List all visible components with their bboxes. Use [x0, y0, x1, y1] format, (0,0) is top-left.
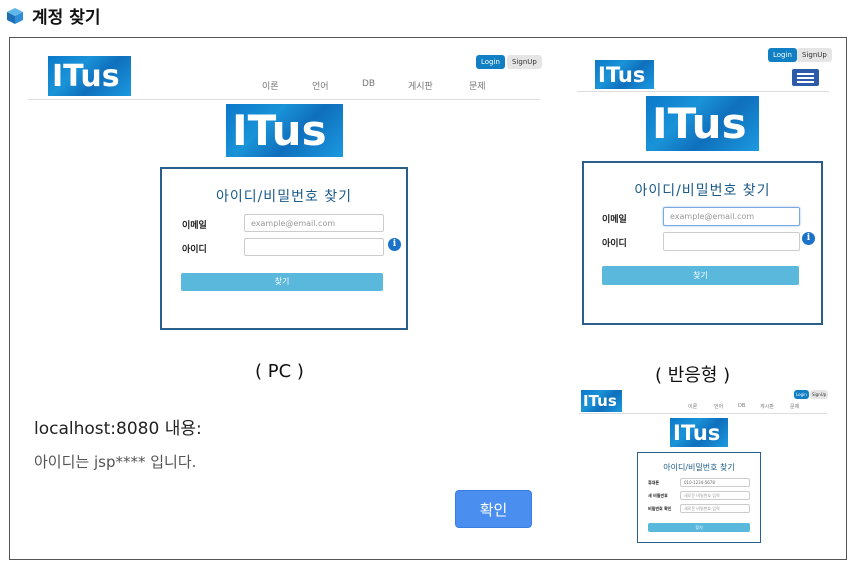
- confirm-password-field[interactable]: 새로운 비밀번호 입력: [680, 504, 750, 513]
- id-label: 아이디: [182, 245, 207, 255]
- pc-caption: ( PC ): [255, 361, 304, 382]
- nav-item-language[interactable]: 언어: [312, 79, 362, 92]
- nav-item-board[interactable]: 게시판: [408, 79, 469, 92]
- nav-item-problems-small[interactable]: 문제: [790, 403, 799, 410]
- reset-card-title: 아이디/비밀번호 찾기: [663, 463, 735, 472]
- login-button-small[interactable]: Login: [794, 390, 809, 399]
- id-field[interactable]: [244, 238, 384, 256]
- find-account-card: 아이디/비밀번호 찾기 이메일 example@email.com 아이디 i …: [160, 167, 408, 330]
- brand-text-small: ITus: [583, 392, 617, 410]
- phone-label: 휴대폰: [648, 480, 660, 485]
- email-field-mobile[interactable]: example@email.com: [663, 207, 800, 226]
- find-account-card-mobile: 아이디/비밀번호 찾기 이메일 example@email.com 아이디 i …: [582, 161, 823, 325]
- brand-text-mobile: ITus: [598, 62, 646, 87]
- header-divider-small: [579, 413, 827, 414]
- brand-logo[interactable]: ITus: [48, 56, 131, 96]
- reset-find-button[interactable]: 찾기: [648, 523, 750, 532]
- brand-logo-large-mobile: ITus: [646, 96, 759, 151]
- nav-item-problems[interactable]: 문제: [469, 79, 486, 92]
- brand-text-large: ITus: [232, 106, 327, 155]
- header-divider-mobile: [577, 91, 829, 92]
- alert-message: 아이디는 jsp**** 입니다.: [34, 453, 197, 471]
- brand-logo-large-small: ITus: [670, 418, 728, 447]
- cube-icon: [6, 7, 24, 25]
- nav-item-language-small[interactable]: 언어: [714, 403, 738, 410]
- main-nav-small: 이론 언어 DB 게시판 문제: [688, 403, 799, 410]
- nav-item-board-small[interactable]: 게시판: [760, 403, 790, 410]
- new-password-label: 새 비밀번호: [648, 493, 668, 498]
- header-divider: [28, 99, 540, 100]
- login-button-mobile[interactable]: Login: [768, 48, 797, 62]
- phone-field[interactable]: 010-1234-5678: [680, 478, 750, 487]
- brand-text-large-small: ITus: [673, 420, 721, 445]
- hamburger-menu-icon[interactable]: [792, 69, 819, 86]
- email-label-mobile: 이메일: [602, 215, 627, 225]
- responsive-caption: ( 반응형 ): [655, 365, 731, 386]
- section-heading: 계정 찾기: [6, 3, 100, 28]
- signup-button[interactable]: SignUp: [507, 55, 542, 69]
- brand-text: ITus: [52, 58, 120, 94]
- email-field[interactable]: example@email.com: [244, 214, 384, 232]
- find-button[interactable]: 찾기: [181, 273, 383, 291]
- section-title: 계정 찾기: [32, 8, 101, 28]
- ok-button[interactable]: 확인: [455, 490, 532, 528]
- card-title-mobile: 아이디/비밀번호 찾기: [634, 183, 771, 199]
- new-password-field[interactable]: 새로운 비밀번호 입력: [680, 491, 750, 500]
- id-field-mobile[interactable]: [663, 232, 800, 251]
- brand-logo-large: ITus: [226, 104, 343, 157]
- brand-logo-mobile[interactable]: ITus: [595, 60, 654, 89]
- main-nav: 이론 언어 DB 게시판 문제: [262, 79, 486, 92]
- find-button-mobile[interactable]: 찾기: [602, 266, 799, 285]
- nav-item-db-small[interactable]: DB: [738, 403, 760, 410]
- nav-item-theory[interactable]: 이론: [262, 79, 312, 92]
- page: 계정 찾기 ITus Login SignUp 이론 언어 DB 게시판 문제 …: [0, 0, 851, 566]
- signup-button-small[interactable]: SignUp: [810, 390, 829, 399]
- login-button[interactable]: Login: [476, 55, 505, 69]
- alert-host: localhost:8080 내용:: [34, 419, 202, 439]
- info-icon[interactable]: i: [388, 238, 401, 251]
- brand-logo-small[interactable]: ITus: [581, 390, 622, 412]
- id-label-mobile: 아이디: [602, 239, 627, 249]
- brand-text-large-mobile: ITus: [652, 99, 747, 148]
- reset-password-card: 아이디/비밀번호 찾기 휴대폰 010-1234-5678 새 비밀번호 새로운…: [637, 452, 761, 543]
- nav-item-db[interactable]: DB: [362, 79, 408, 92]
- card-title: 아이디/비밀번호 찾기: [215, 189, 353, 205]
- info-icon-mobile[interactable]: i: [802, 232, 815, 245]
- signup-button-mobile[interactable]: SignUp: [797, 48, 832, 62]
- nav-item-theory-small[interactable]: 이론: [688, 403, 714, 410]
- confirm-password-label: 비밀번호 확인: [648, 506, 672, 511]
- email-label: 이메일: [182, 221, 207, 231]
